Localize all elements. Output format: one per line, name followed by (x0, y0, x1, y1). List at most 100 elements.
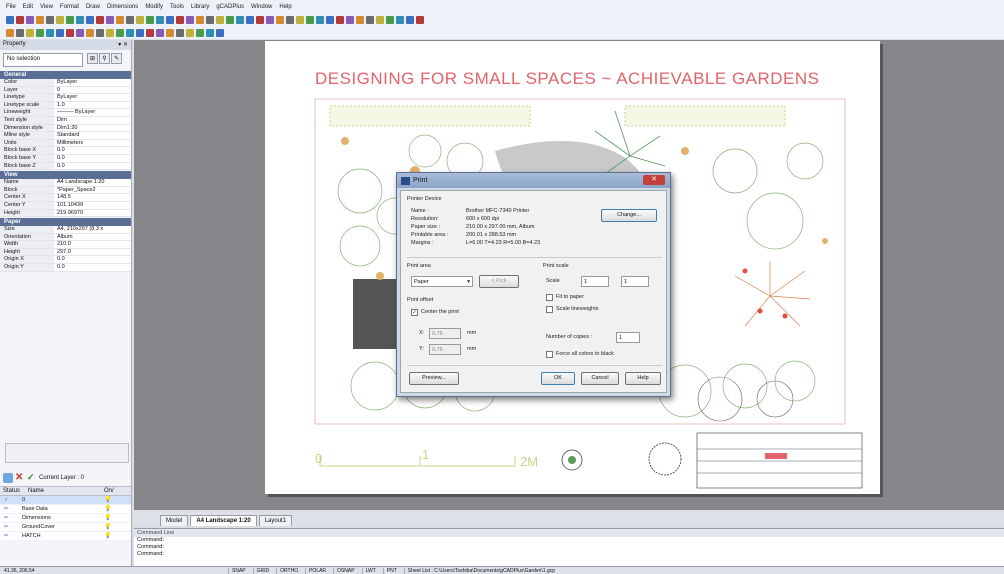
toolbar-tool-icon[interactable] (46, 15, 54, 24)
scale-lineweights-checkbox[interactable] (546, 306, 553, 313)
toolbar-tool-icon[interactable] (196, 28, 204, 37)
panel-close-icon[interactable]: ▾ ✕ (118, 41, 128, 49)
new-layer-icon[interactable] (3, 473, 13, 483)
toolbar-tool-icon[interactable] (296, 15, 304, 24)
property-value[interactable]: 0.0 (54, 256, 131, 264)
tab-a4-landscape-1-20[interactable]: A4 Landscape 1:20 (190, 515, 257, 526)
toolbar-tool-icon[interactable] (6, 28, 14, 37)
toolbar-tool-icon[interactable] (236, 15, 244, 24)
toolbar-tool-icon[interactable] (76, 28, 84, 37)
property-row[interactable]: Linetype ByLayer (0, 94, 131, 102)
toggle-pickadd-icon[interactable]: ✎ (111, 53, 122, 64)
toolbar-tool-icon[interactable] (266, 15, 274, 24)
delete-layer-icon[interactable]: ✕ (15, 473, 25, 483)
toolbar-tool-icon[interactable] (76, 15, 84, 24)
print-dialog-titlebar[interactable]: Print (397, 173, 670, 188)
print-area-select[interactable]: Paper ▾ (411, 276, 473, 287)
status-toggle[interactable]: Sheet List : C:\Users\Toshiba\Documents\… (403, 567, 558, 574)
status-toggle[interactable]: GRID (252, 567, 273, 574)
property-value[interactable]: ByLayer (54, 79, 131, 86)
property-row[interactable]: Block base Z 0.0 (0, 162, 131, 171)
toolbar-tool-icon[interactable] (206, 15, 214, 24)
toolbar-tool-icon[interactable] (406, 15, 414, 24)
layer-row[interactable]: ✓ 0 💡 (0, 496, 131, 505)
cancel-button[interactable]: Cancel (581, 372, 619, 385)
selection-dropdown[interactable]: No selection (3, 53, 83, 67)
property-value[interactable]: Dim (54, 116, 131, 124)
property-value[interactable]: A4 Landscape 1:20 (54, 179, 131, 186)
menu-item-tools[interactable]: Tools (170, 4, 184, 10)
property-row[interactable]: Height 219.96970 (0, 209, 131, 218)
toolbar-tool-icon[interactable] (306, 15, 314, 24)
toolbar-tool-icon[interactable] (96, 28, 104, 37)
toolbar-tool-icon[interactable] (106, 28, 114, 37)
toolbar-tool-icon[interactable] (36, 15, 44, 24)
quick-select-icon[interactable]: ⚲ (99, 53, 110, 64)
toolbar-tool-icon[interactable] (316, 15, 324, 24)
set-current-icon[interactable]: ✓ (27, 473, 37, 483)
property-value[interactable]: 219.96970 (54, 209, 131, 217)
help-button[interactable]: Help (625, 372, 661, 385)
status-toggle[interactable]: SNAP (228, 567, 249, 574)
property-value[interactable]: Dim1:20 (54, 124, 131, 132)
close-icon[interactable]: ✕ (643, 175, 665, 185)
toolbar-tool-icon[interactable] (146, 28, 154, 37)
layer-row[interactable]: ⇐ HATCH 💡 (0, 532, 131, 541)
lightbulb-icon[interactable]: 💡 (104, 496, 116, 504)
status-toggle[interactable]: ORTHO (276, 567, 301, 574)
property-value[interactable]: ByLayer (54, 94, 131, 101)
toolbar-tool-icon[interactable] (146, 15, 154, 24)
toolbar-tool-icon[interactable] (16, 28, 24, 37)
toolbar-tool-icon[interactable] (86, 15, 94, 24)
property-row[interactable]: Text style Dim (0, 116, 131, 125)
property-section-view[interactable]: View (0, 171, 131, 180)
toolbar-tool-icon[interactable] (166, 28, 174, 37)
toolbar-tool-icon[interactable] (116, 28, 124, 37)
toolbar-tool-icon[interactable] (196, 15, 204, 24)
toolbar-tool-icon[interactable] (176, 15, 184, 24)
menu-item-help[interactable]: Help (279, 4, 291, 10)
toolbar-tool-icon[interactable] (226, 15, 234, 24)
property-value[interactable]: A4, 210x297 (8.3 x (54, 226, 131, 233)
property-row[interactable]: Units Millimeters (0, 139, 131, 148)
property-row[interactable]: Center Y 101.10439 (0, 201, 131, 210)
toolbar-tool-icon[interactable] (116, 15, 124, 24)
toolbar-tool-icon[interactable] (186, 15, 194, 24)
property-value[interactable]: 1.0 (54, 101, 131, 109)
toolbar-tool-icon[interactable] (96, 15, 104, 24)
offset-y-input[interactable]: 0.76 (429, 344, 461, 355)
property-row[interactable]: Center X 148.5 (0, 194, 131, 202)
toolbar-tool-icon[interactable] (246, 15, 254, 24)
property-row[interactable]: Block base X 0.0 (0, 147, 131, 155)
status-toggle[interactable]: LWT (361, 567, 379, 574)
toolbar-tool-icon[interactable] (66, 28, 74, 37)
toolbar-tool-icon[interactable] (136, 15, 144, 24)
toolbar-tool-icon[interactable] (46, 28, 54, 37)
status-toggle[interactable]: PNT (382, 567, 400, 574)
property-value[interactable]: 101.10439 (54, 201, 131, 209)
scale-numerator-input[interactable]: 1 (581, 276, 609, 287)
toolbar-tool-icon[interactable] (346, 15, 354, 24)
fit-to-paper-checkbox[interactable] (546, 294, 553, 301)
toolbar-tool-icon[interactable] (36, 28, 44, 37)
toolbar-tool-icon[interactable] (256, 15, 264, 24)
property-value[interactable]: 210.0 (54, 241, 131, 248)
layer-row[interactable]: ⇐ Base Data 💡 (0, 505, 131, 514)
property-section-general[interactable]: General (0, 71, 131, 79)
property-row[interactable]: Block base Y 0.0 (0, 154, 131, 163)
property-row[interactable]: Dimension style Dim1:20 (0, 124, 131, 133)
toolbar-tool-icon[interactable] (386, 15, 394, 24)
command-history[interactable]: Command: Command: Command: (134, 537, 1004, 558)
property-row[interactable]: Height 297.0 (0, 248, 131, 257)
property-value[interactable]: 297.0 (54, 248, 131, 256)
toolbar-tool-icon[interactable] (206, 28, 214, 37)
toolbar-tool-icon[interactable] (106, 15, 114, 24)
toolbar-tool-icon[interactable] (136, 28, 144, 37)
menu-item-gcadplus[interactable]: gCADPlus (216, 4, 244, 10)
toolbar-tool-icon[interactable] (56, 28, 64, 37)
property-value[interactable]: 0.0 (54, 154, 131, 162)
property-row[interactable]: Size A4, 210x297 (8.3 x (0, 226, 131, 234)
property-row[interactable]: Orientation Album (0, 233, 131, 242)
property-row[interactable]: Color ByLayer (0, 79, 131, 87)
tab-model[interactable]: Model (160, 515, 189, 526)
